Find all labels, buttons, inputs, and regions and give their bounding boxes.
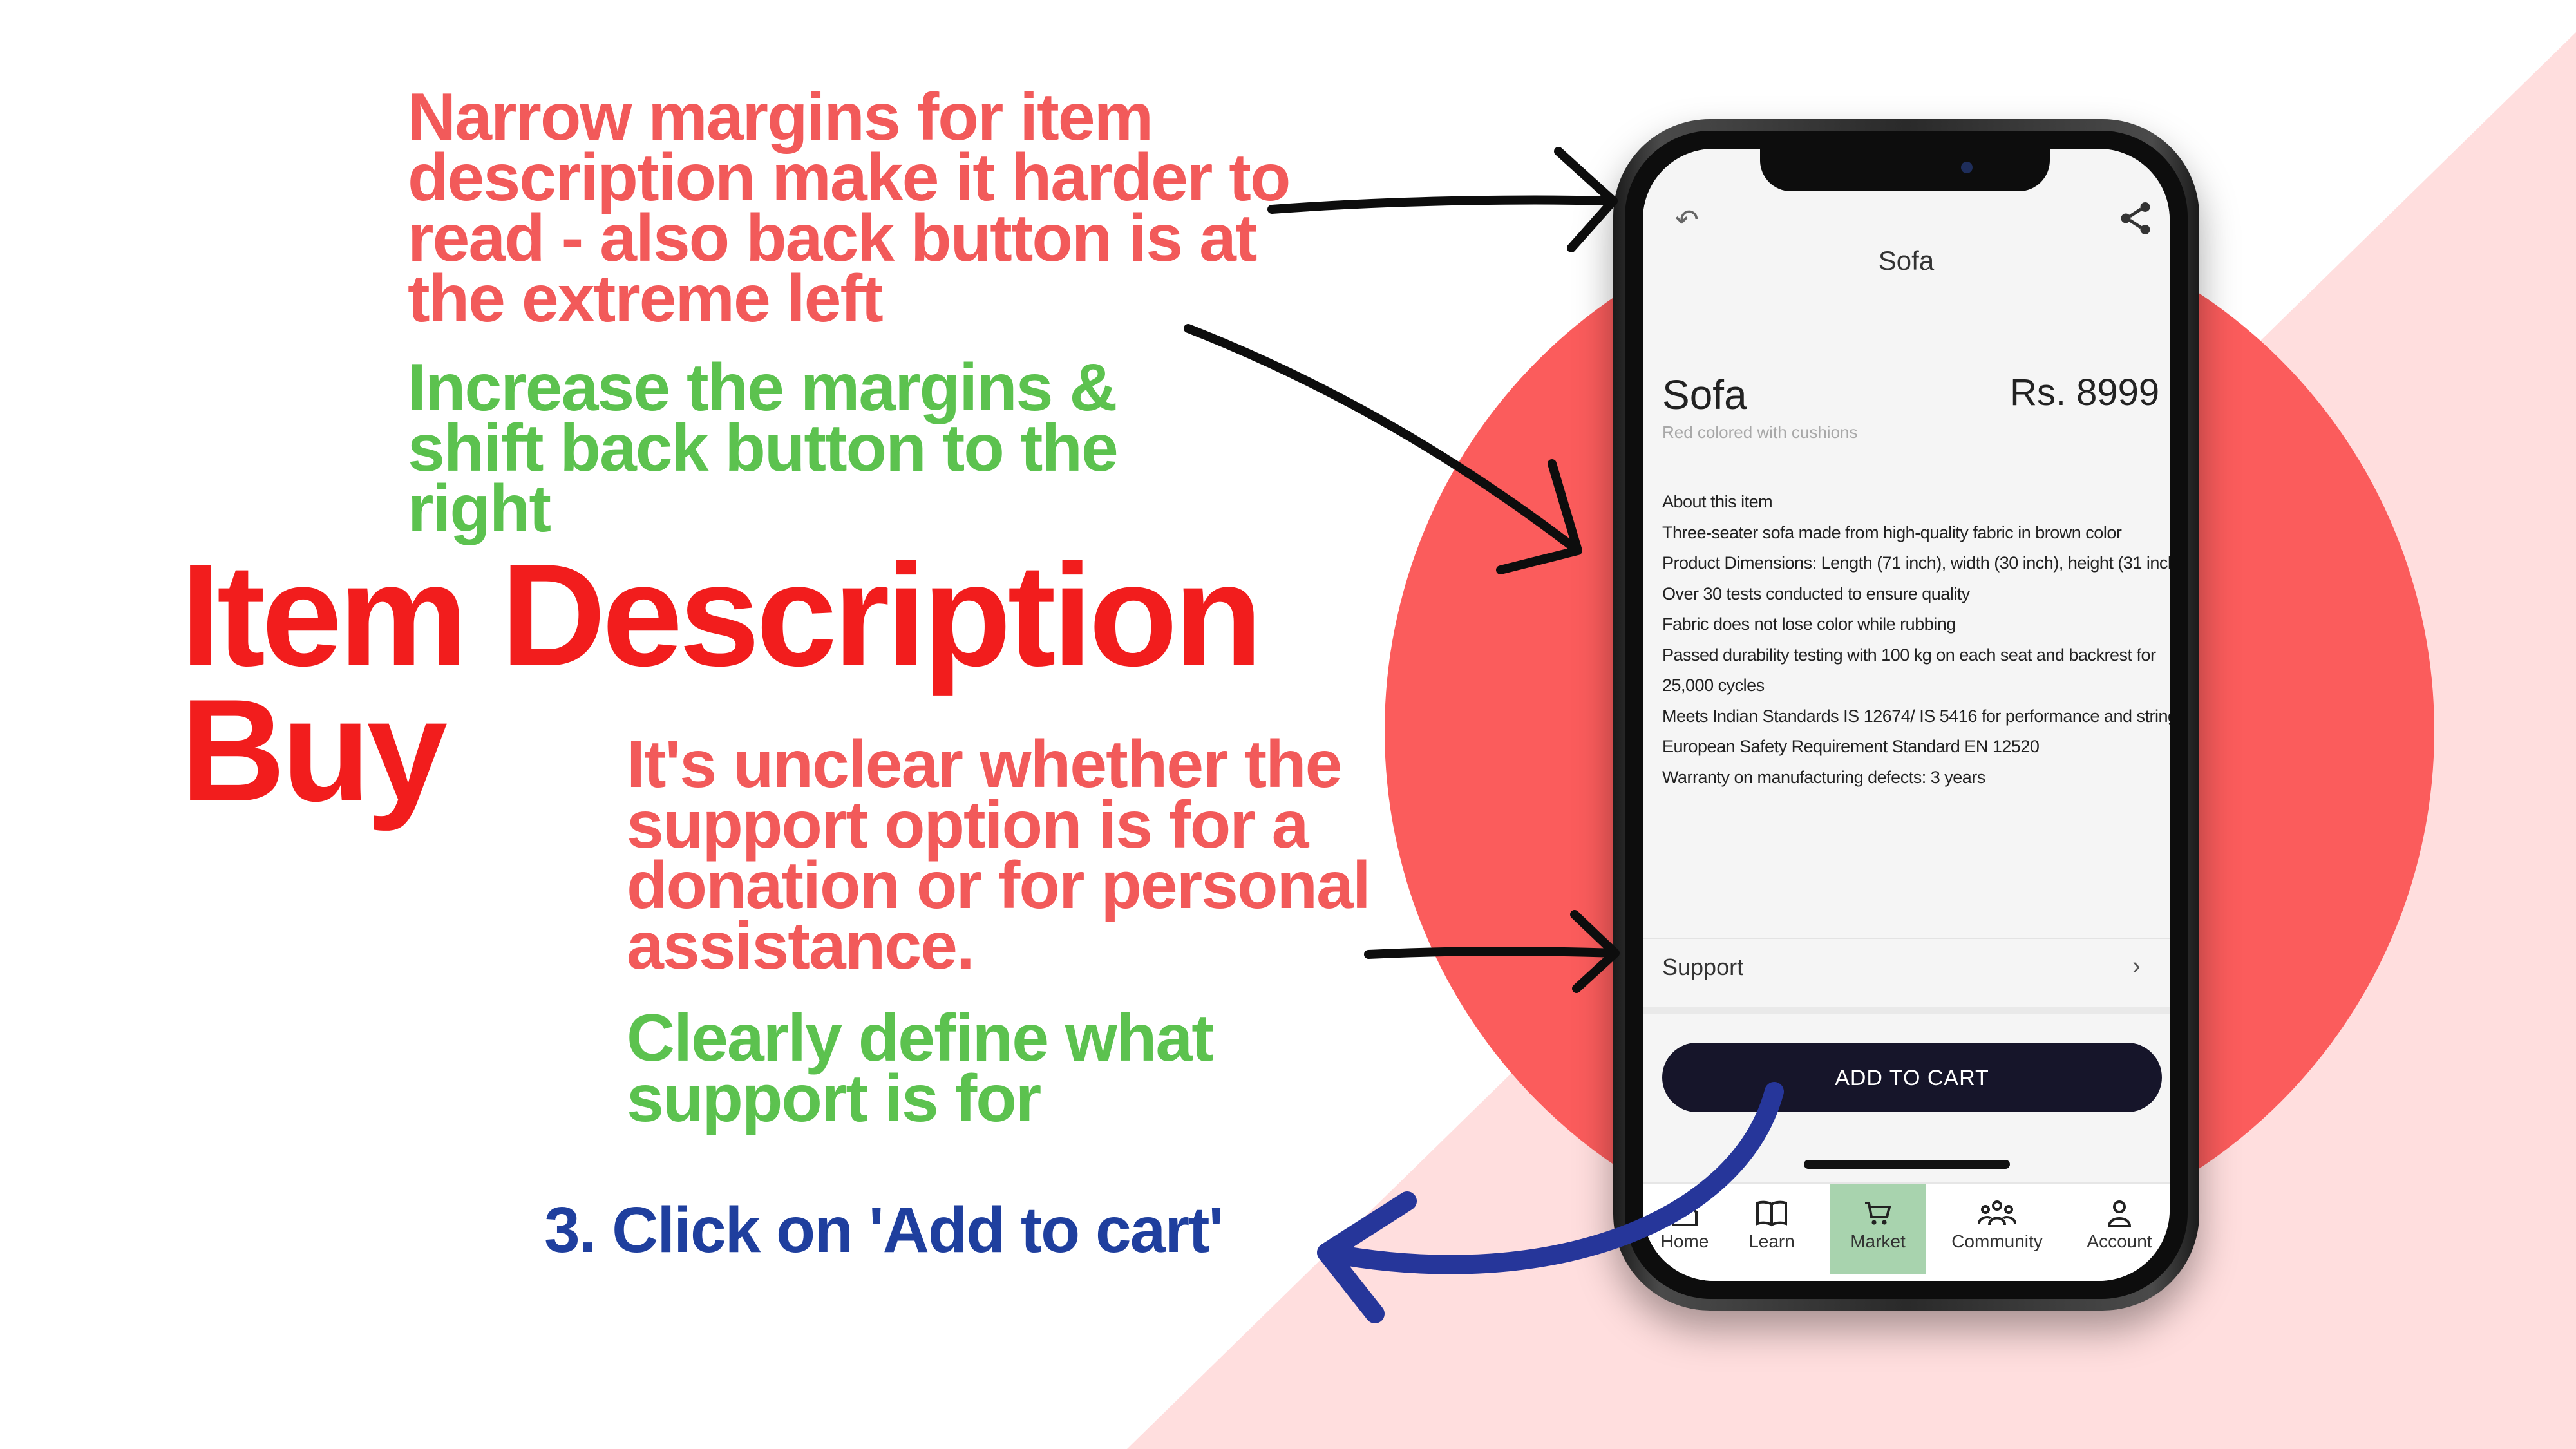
arrow-to-back-button (1267, 147, 1618, 252)
arrow-to-description (1184, 324, 1582, 574)
arrow-to-support (1364, 910, 1620, 993)
camera-icon (1961, 162, 1973, 173)
phone-notch (1760, 149, 2050, 191)
arrow-from-add-to-cart (1317, 1082, 1784, 1323)
annotation-arrows (1184, 147, 1784, 1323)
